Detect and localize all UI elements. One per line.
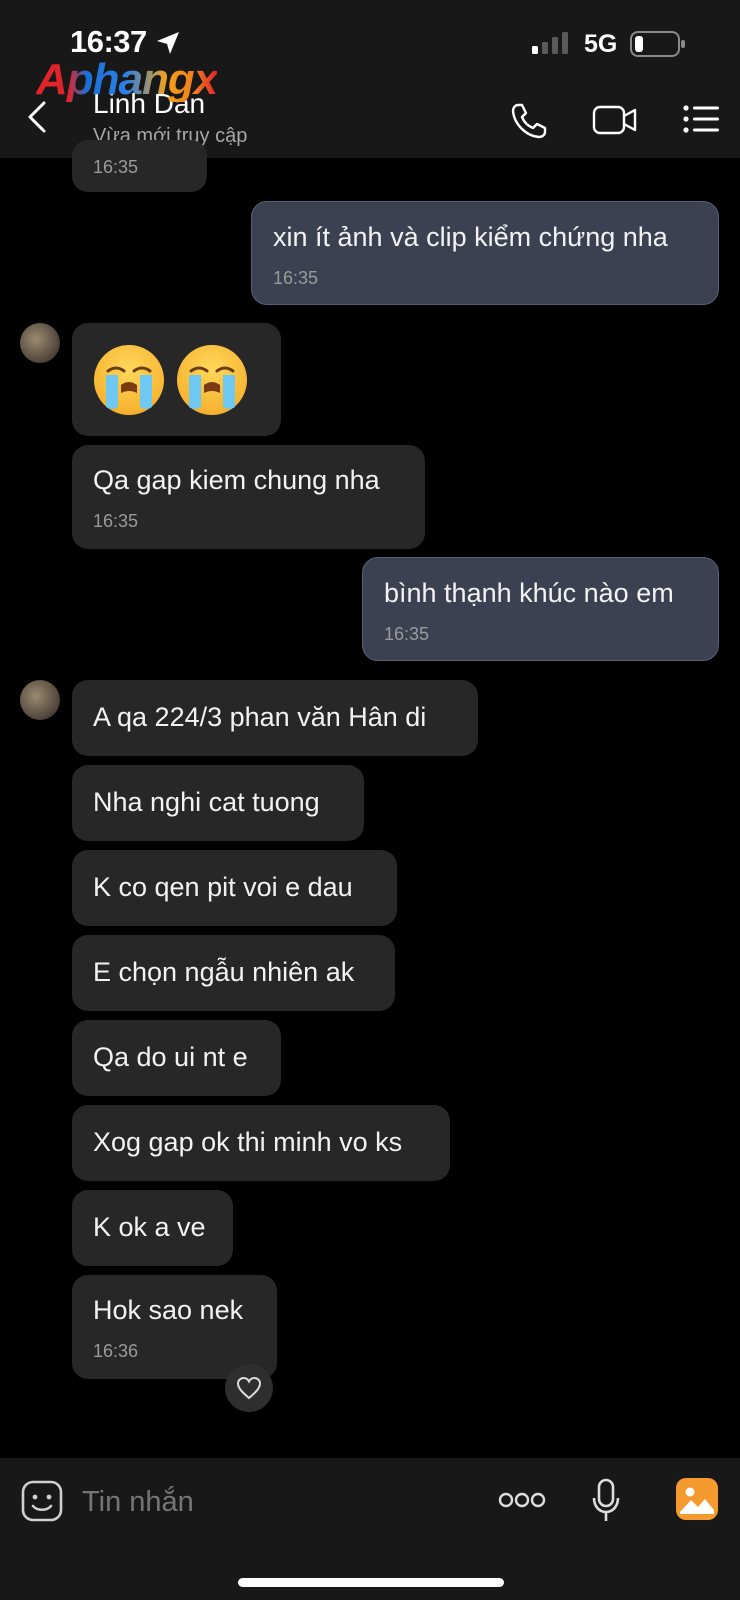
- avatar[interactable]: [20, 680, 60, 720]
- message-time: 16:35: [93, 157, 139, 177]
- message-bubble-outgoing[interactable]: bình thạnh khúc nào em 16:35: [362, 557, 719, 661]
- message-text: bình thạnh khúc nào em: [384, 578, 674, 608]
- message-bubble-outgoing[interactable]: xin ít ảnh và clip kiểm chứng nha 16:35: [251, 201, 719, 305]
- more-icon[interactable]: [498, 1490, 546, 1510]
- watermark-logo: Aphangx: [36, 55, 218, 104]
- message-text: Qa do ui nt e: [93, 1042, 248, 1072]
- message-bubble-incoming[interactable]: A qa 224/3 phan văn Hân di: [72, 680, 478, 756]
- message-text: Qa gap kiem chung nha: [93, 465, 380, 495]
- battery-icon: [630, 31, 685, 57]
- message-time: 16:36: [93, 1341, 139, 1361]
- image-icon[interactable]: [676, 1478, 718, 1520]
- message-text: K co qen pit voi e dau: [93, 872, 353, 902]
- message-bubble-incoming[interactable]: K ok a ve: [72, 1190, 233, 1266]
- message-bubble-incoming[interactable]: Xog gap ok thi minh vo ks: [72, 1105, 450, 1181]
- message-text: A qa 224/3 phan văn Hân di: [93, 702, 427, 732]
- menu-icon[interactable]: [683, 104, 721, 134]
- message-bubble-incoming[interactable]: 16:35: [72, 140, 207, 192]
- message-bubble-incoming[interactable]: Qa do ui nt e: [72, 1020, 281, 1096]
- sticker-icon[interactable]: [21, 1480, 63, 1522]
- location-arrow-icon: [157, 32, 179, 54]
- video-icon[interactable]: [592, 104, 638, 136]
- message-bubble-incoming[interactable]: E chọn ngẫu nhiên ak: [72, 935, 395, 1011]
- message-text: xin ít ảnh và clip kiểm chứng nha: [273, 222, 668, 252]
- heart-icon: [236, 1376, 262, 1400]
- message-text: Hok sao nek: [93, 1295, 244, 1325]
- message-text: Nha nghi cat tuong: [93, 787, 320, 817]
- message-text: K ok a ve: [93, 1212, 206, 1242]
- avatar[interactable]: [20, 323, 60, 363]
- message-bubble-incoming[interactable]: Qa gap kiem chung nha 16:35: [72, 445, 425, 549]
- message-bubble-incoming[interactable]: K co qen pit voi e dau: [72, 850, 397, 926]
- message-time: 16:35: [273, 268, 319, 288]
- message-text: Xog gap ok thi minh vo ks: [93, 1127, 403, 1157]
- crying-face-emoji: [177, 345, 247, 415]
- message-bubble-emoji[interactable]: [72, 323, 281, 436]
- message-text: E chọn ngẫu nhiên ak: [93, 957, 355, 987]
- react-heart-button[interactable]: [225, 1364, 273, 1412]
- network-type: 5G: [584, 30, 618, 58]
- phone-icon[interactable]: [510, 102, 548, 140]
- message-time: 16:35: [93, 511, 139, 531]
- back-icon[interactable]: [26, 100, 48, 134]
- microphone-icon[interactable]: [591, 1478, 621, 1524]
- home-indicator: [238, 1578, 504, 1587]
- message-time: 16:35: [384, 624, 430, 644]
- crying-face-emoji: [94, 345, 164, 415]
- message-input[interactable]: [82, 1482, 462, 1522]
- signal-icon: [532, 32, 568, 54]
- message-bubble-incoming[interactable]: Nha nghi cat tuong: [72, 765, 364, 841]
